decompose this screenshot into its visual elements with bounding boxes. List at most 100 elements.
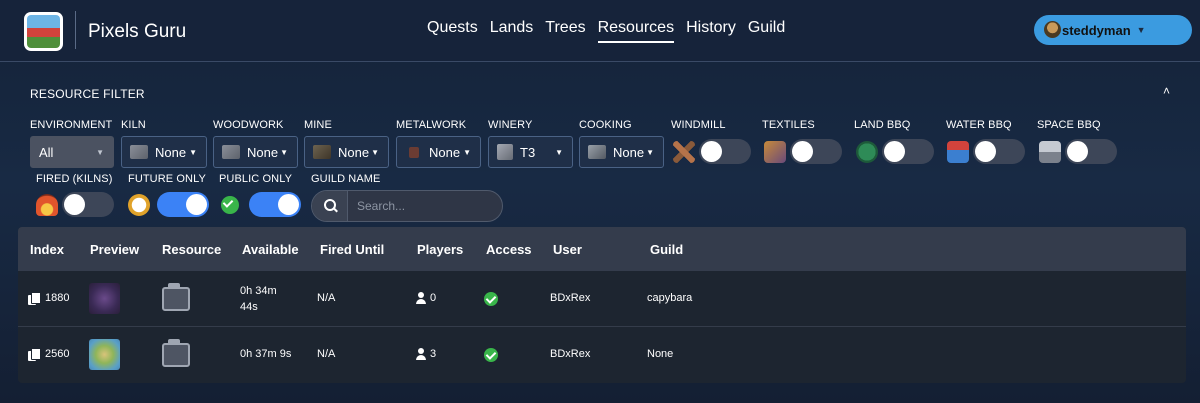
preview-thumbnail[interactable] <box>89 283 120 314</box>
metalwork-label: METALWORK <box>396 119 467 131</box>
col-index[interactable]: Index <box>30 242 64 257</box>
main-nav: Quests Lands Trees Resources History Gui… <box>427 19 785 43</box>
space-bbq-toggle[interactable] <box>1065 139 1117 164</box>
preview-thumbnail[interactable] <box>89 339 120 370</box>
col-players[interactable]: Players <box>417 242 463 257</box>
col-resource[interactable]: Resource <box>162 242 221 257</box>
mine-select[interactable]: None ▼ <box>304 136 389 168</box>
person-icon <box>416 348 426 360</box>
kiln-select[interactable]: None ▼ <box>121 136 207 168</box>
mine-label: MINE <box>304 119 332 131</box>
nav-guild[interactable]: Guild <box>748 19 785 43</box>
available-time: 0h 37m 9s <box>240 348 292 360</box>
col-user[interactable]: User <box>553 242 582 257</box>
public-only-label: PUBLIC ONLY <box>219 173 293 185</box>
guild-name-label: GUILD NAME <box>311 173 381 185</box>
copy-icon[interactable] <box>28 292 41 305</box>
woodwork-select[interactable]: None ▼ <box>213 136 298 168</box>
winery-value: T3 <box>520 144 536 160</box>
col-available[interactable]: Available <box>242 242 299 257</box>
table-header: Index Preview Resource Available Fired U… <box>18 227 1186 271</box>
nav-lands[interactable]: Lands <box>490 19 534 43</box>
space-bbq-label: SPACE BBQ <box>1037 119 1101 131</box>
windmill-icon <box>673 141 695 163</box>
winery-icon <box>159 339 190 369</box>
players-count: 3 <box>430 348 437 360</box>
nav-trees[interactable]: Trees <box>545 19 585 43</box>
environment-value: All <box>39 144 54 160</box>
mine-icon <box>313 145 331 159</box>
copy-icon[interactable] <box>28 348 41 361</box>
winery-select[interactable]: T3 ▼ <box>488 136 573 168</box>
land-bbq-toggle[interactable] <box>882 139 934 164</box>
filter-title: RESOURCE FILTER <box>30 87 145 101</box>
table-row[interactable]: 2560 0h 37m 9s N/A 3 BDxRex None <box>18 327 1186 383</box>
caret-down-icon: ▼ <box>371 148 379 157</box>
access-check-icon <box>484 348 498 362</box>
land-bbq-label: LAND BBQ <box>854 119 911 131</box>
search-icon[interactable] <box>312 191 348 221</box>
cooking-label: COOKING <box>579 119 632 131</box>
caret-down-icon: ▼ <box>555 148 563 157</box>
environment-label: ENVIRONMENT <box>30 119 113 131</box>
fired-kilns-toggle[interactable] <box>62 192 114 217</box>
nav-quests[interactable]: Quests <box>427 19 478 43</box>
windmill-toggle[interactable] <box>699 139 751 164</box>
table-row[interactable]: 1880 0h 34m 44s N/A 0 BDxRex capybara <box>18 271 1186 327</box>
user-name: BDxRex <box>550 292 591 304</box>
future-only-label: FUTURE ONLY <box>128 173 206 185</box>
toggle-knob <box>186 194 207 215</box>
checkmark-icon <box>221 196 239 214</box>
app-logo[interactable] <box>24 12 63 51</box>
row-index: 2560 <box>45 348 70 360</box>
kiln-icon <box>130 145 148 159</box>
col-fired-until[interactable]: Fired Until <box>320 242 384 257</box>
resources-table: Index Preview Resource Available Fired U… <box>18 227 1186 383</box>
caret-down-icon: ▼ <box>189 148 197 157</box>
water-bbq-icon <box>947 141 969 163</box>
row-index: 1880 <box>45 292 70 304</box>
winery-label: WINERY <box>488 119 533 131</box>
username: steddyman <box>1062 22 1131 38</box>
cooking-icon <box>588 145 606 159</box>
chevron-up-icon[interactable]: ˄ <box>1163 84 1170 98</box>
cooking-value: None <box>613 144 645 160</box>
col-access[interactable]: Access <box>486 242 532 257</box>
water-bbq-toggle[interactable] <box>973 139 1025 164</box>
nav-resources[interactable]: Resources <box>597 19 675 43</box>
toggle-knob <box>278 194 299 215</box>
environment-select[interactable]: All ▼ <box>30 136 114 168</box>
fired-kilns-label: FIRED (KILNS) <box>36 173 113 185</box>
windmill-label: WINDMILL <box>671 119 726 131</box>
metalwork-select[interactable]: None ▼ <box>396 136 481 168</box>
cooking-select[interactable]: None ▼ <box>579 136 664 168</box>
guild-search-input[interactable] <box>348 191 502 221</box>
divider <box>75 11 76 49</box>
nav-history[interactable]: History <box>686 19 736 43</box>
toggle-knob <box>64 194 85 215</box>
kiln-value: None <box>155 144 187 160</box>
col-preview[interactable]: Preview <box>90 242 139 257</box>
guild-name: capybara <box>647 292 693 304</box>
toggle-knob <box>792 141 813 162</box>
fired-until: N/A <box>317 348 336 360</box>
woodwork-label: WOODWORK <box>213 119 284 131</box>
caret-down-icon: ▼ <box>463 148 471 157</box>
fire-icon <box>36 194 58 216</box>
caret-down-icon: ▼ <box>280 148 288 157</box>
caret-down-icon: ▼ <box>1136 25 1146 35</box>
land-bbq-icon <box>856 141 878 163</box>
toggle-knob <box>975 141 996 162</box>
brand-title[interactable]: Pixels Guru <box>88 21 186 43</box>
user-menu-button[interactable]: steddyman ▼ <box>1034 15 1192 45</box>
toggle-knob <box>884 141 905 162</box>
woodwork-value: None <box>247 144 279 160</box>
guild-search[interactable] <box>311 190 503 222</box>
chevron-down-icon: ▼ <box>96 148 104 157</box>
future-only-toggle[interactable] <box>157 192 209 217</box>
public-only-toggle[interactable] <box>249 192 301 217</box>
col-guild[interactable]: Guild <box>650 242 683 257</box>
metalwork-value: None <box>429 144 461 160</box>
textiles-toggle[interactable] <box>790 139 842 164</box>
access-check-icon <box>484 292 498 306</box>
